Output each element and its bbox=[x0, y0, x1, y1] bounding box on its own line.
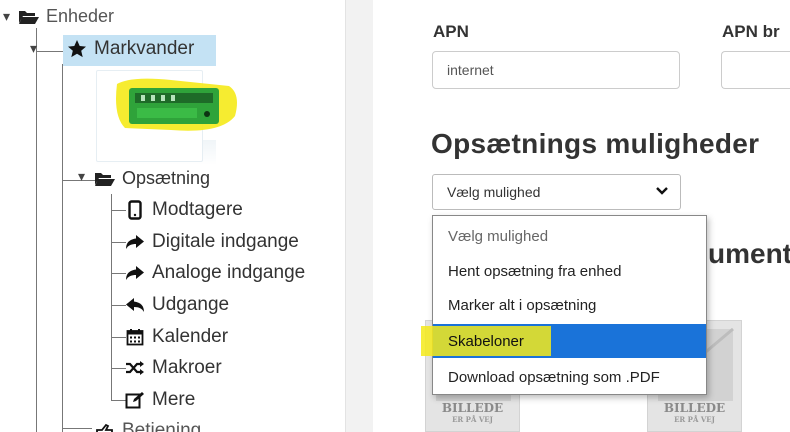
hand-icon bbox=[94, 423, 116, 432]
apn-user-label: APN br bbox=[722, 22, 780, 41]
toggle-root[interactable]: ▾ bbox=[3, 8, 10, 25]
tree-node-enheder[interactable]: Enheder bbox=[18, 6, 114, 27]
tree-node-opsaetning[interactable]: Opsætning bbox=[94, 168, 210, 189]
folder-open-icon bbox=[94, 171, 116, 187]
calendar-icon bbox=[124, 328, 146, 346]
tree-line bbox=[62, 64, 63, 432]
tree-node-label: Kalender bbox=[152, 326, 229, 347]
placeholder-text: BILLEDE bbox=[441, 401, 504, 415]
apn-input[interactable]: internet bbox=[432, 51, 680, 89]
tree-node-label: Digitale indgange bbox=[152, 231, 299, 252]
placeholder-text: BILLEDE bbox=[663, 401, 726, 415]
tree-node-kalender[interactable]: Kalender bbox=[124, 326, 228, 348]
option-choose[interactable]: Vælg mulighed bbox=[433, 220, 706, 252]
device-image bbox=[116, 78, 237, 131]
tree-node-digitale-indgange[interactable]: Digitale indgange bbox=[124, 231, 299, 253]
share-arrow-icon bbox=[124, 265, 146, 281]
tree-line bbox=[62, 428, 92, 429]
device-thumbnail[interactable] bbox=[96, 70, 237, 162]
tree-node-label: Analoge indgange bbox=[152, 262, 306, 283]
share-arrow-icon bbox=[124, 234, 146, 250]
tree-node-betjening[interactable]: Betjening bbox=[94, 420, 201, 432]
tree-node-mere[interactable]: Mere bbox=[124, 389, 195, 411]
toggle-setup[interactable]: ▾ bbox=[78, 168, 85, 185]
tree-node-udgange[interactable]: Udgange bbox=[124, 294, 229, 316]
option-fetch-from-device[interactable]: Hent opsætning fra enhed bbox=[433, 255, 706, 287]
setup-options-title: Opsætnings muligheder bbox=[431, 128, 760, 159]
tree-node-makroer[interactable]: Makroer bbox=[124, 357, 222, 379]
toggle-device[interactable]: ▾ bbox=[30, 40, 37, 57]
tree-node-markvander[interactable]: Markvander bbox=[66, 38, 194, 60]
tree-line bbox=[36, 28, 37, 432]
tree-node-analoge-indgange[interactable]: Analoge indgange bbox=[124, 262, 305, 284]
tree-node-label: Mere bbox=[152, 389, 196, 410]
edit-icon bbox=[124, 391, 146, 409]
tree-line bbox=[111, 194, 112, 400]
folder-open-icon bbox=[18, 9, 40, 25]
tree-node-label: Opsætning bbox=[122, 168, 211, 188]
setup-options-select[interactable]: Vælg mulighed bbox=[432, 174, 681, 210]
tree-line bbox=[36, 51, 66, 52]
placeholder-subtext: ER PÅ VEJ bbox=[452, 415, 493, 424]
apn-label: APN bbox=[433, 22, 469, 41]
setup-options-dropdown: Vælg mulighed Hent opsætning fra enhed M… bbox=[421, 215, 707, 395]
tree-node-label: Modtagere bbox=[152, 199, 243, 220]
mobile-phone-icon bbox=[124, 200, 146, 220]
shuffle-icon bbox=[124, 360, 146, 376]
placeholder-subtext: ER PÅ VEJ bbox=[674, 415, 715, 424]
tree-node-label: Enheder bbox=[46, 6, 115, 26]
reply-arrow-icon bbox=[124, 297, 146, 313]
tree-node-label: Udgange bbox=[152, 294, 230, 315]
tree-node-label: Betjening bbox=[122, 420, 202, 432]
star-icon bbox=[66, 39, 88, 59]
chevron-down-icon bbox=[656, 183, 668, 199]
tree-node-modtagere[interactable]: Modtagere bbox=[124, 199, 243, 221]
option-download-pdf[interactable]: Download opsætning som .PDF bbox=[433, 361, 706, 393]
tree-node-label: Markvander bbox=[94, 38, 195, 59]
apn-user-input[interactable] bbox=[721, 51, 790, 89]
select-value: Vælg mulighed bbox=[447, 184, 541, 200]
option-templates[interactable]: Skabeloner bbox=[421, 324, 706, 358]
device-tree: ▾ ▾ ▾ Enheder Markvander Opsætning Modta… bbox=[0, 0, 345, 432]
option-select-all[interactable]: Marker alt i opsætning bbox=[433, 289, 706, 321]
tree-node-label: Makroer bbox=[152, 357, 222, 378]
option-templates-label: Skabeloner bbox=[448, 332, 524, 350]
documents-title-fragment: ument bbox=[708, 238, 790, 269]
tree-scrollbar[interactable] bbox=[345, 0, 373, 432]
